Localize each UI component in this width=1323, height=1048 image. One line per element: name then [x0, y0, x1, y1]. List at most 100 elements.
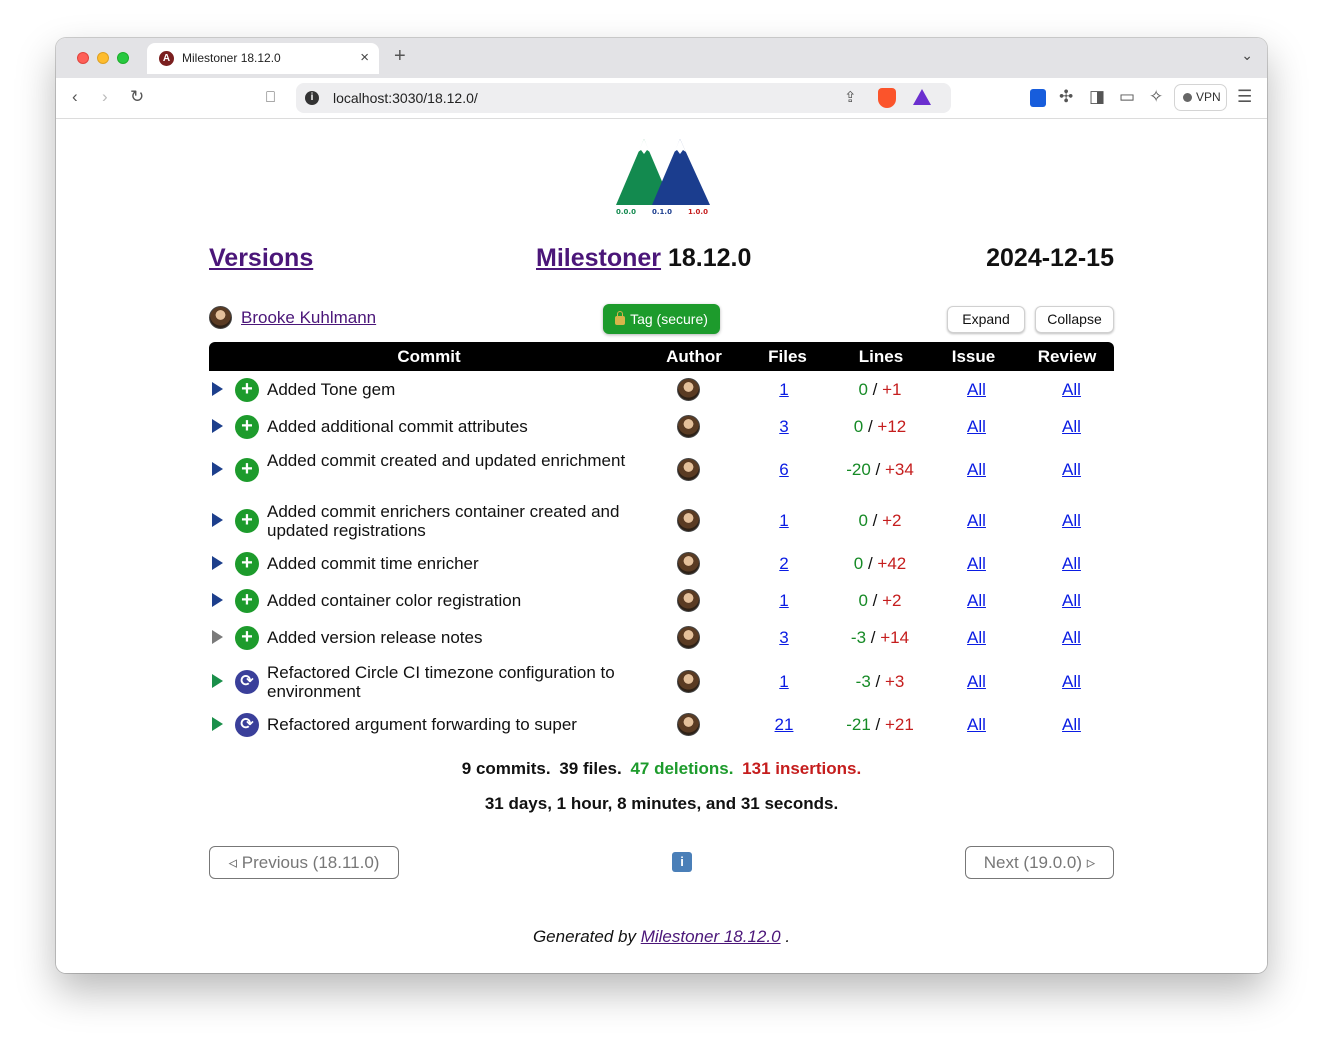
commit-message[interactable]: Added commit enrichers container created… [267, 502, 647, 540]
review-link[interactable]: All [1044, 417, 1099, 437]
files-link[interactable]: 1 [749, 380, 819, 400]
issue-link[interactable]: All [949, 417, 1004, 437]
expand-arrow-icon[interactable] [212, 513, 223, 527]
expand-arrow-icon[interactable] [212, 462, 223, 476]
tab-close-icon[interactable]: × [360, 49, 369, 66]
table-row[interactable]: ⟳ Refactored argument forwarding to supe… [209, 707, 1114, 744]
files-link[interactable]: 1 [749, 511, 819, 531]
review-link[interactable]: All [1044, 460, 1099, 480]
zoom-window-button[interactable] [117, 52, 129, 64]
url-text[interactable]: localhost:3030/18.12.0/ [333, 90, 478, 106]
commit-message[interactable]: Refactored argument forwarding to super [267, 715, 647, 734]
table-row[interactable]: + Added version release notes 3 -3 / +14… [209, 620, 1114, 657]
table-row[interactable]: + Added Tone gem 1 0 / +1 All All [209, 371, 1114, 408]
lines-changed: -20 / +34 [846, 460, 914, 479]
collapse-button[interactable]: Collapse [1035, 306, 1114, 333]
issue-link[interactable]: All [949, 715, 1004, 735]
bitwarden-icon[interactable] [1030, 89, 1046, 107]
expand-arrow-icon[interactable] [212, 630, 223, 644]
bookmark-icon[interactable]: ⎕ [266, 89, 275, 106]
info-icon[interactable]: i [672, 852, 692, 872]
menu-icon[interactable]: ☰ [1237, 87, 1252, 107]
commit-message[interactable]: Refactored Circle CI timezone configurat… [267, 663, 647, 701]
site-info-icon[interactable]: i [305, 91, 319, 105]
commit-message[interactable]: Added container color registration [267, 591, 647, 610]
release-summary: 9 commits. 39 files. 47 deletions. 131 i… [56, 759, 1267, 779]
review-link[interactable]: All [1044, 554, 1099, 574]
extensions-icon[interactable]: ✣ [1059, 87, 1073, 107]
avatar [677, 378, 700, 401]
refactor-icon: ⟳ [235, 670, 259, 694]
table-row[interactable]: + Added additional commit attributes 3 0… [209, 408, 1114, 445]
author-link[interactable]: Brooke Kuhlmann [241, 308, 376, 328]
table-row[interactable]: + Added container color registration 1 0… [209, 583, 1114, 620]
commit-message[interactable]: Added Tone gem [267, 380, 647, 399]
table-row[interactable]: + Added commit created and updated enric… [209, 445, 1114, 494]
tag-secure-button[interactable]: Tag (secure) [603, 304, 720, 334]
footer-milestoner-link[interactable]: Milestoner 18.12.0 [641, 927, 781, 946]
address-bar[interactable]: i localhost:3030/18.12.0/ ⇪ [296, 83, 951, 113]
commit-message[interactable]: Added additional commit attributes [267, 417, 647, 436]
tab-milestoner[interactable]: A Milestoner 18.12.0 × [147, 43, 379, 74]
table-row[interactable]: + Added commit time enricher 2 0 / +42 A… [209, 546, 1114, 583]
expand-arrow-icon[interactable] [212, 674, 223, 688]
files-link[interactable]: 2 [749, 554, 819, 574]
avatar [677, 626, 700, 649]
next-version-button[interactable]: Next (19.0.0) ▹ [965, 846, 1114, 879]
files-link[interactable]: 6 [749, 460, 819, 480]
brave-shields-icon[interactable] [878, 88, 896, 108]
back-icon[interactable]: ‹ [72, 87, 78, 107]
files-link[interactable]: 3 [749, 628, 819, 648]
wallet-icon[interactable]: ▭ [1119, 87, 1135, 107]
issue-link[interactable]: All [949, 628, 1004, 648]
sidebar-icon[interactable]: ◨ [1089, 87, 1105, 107]
new-tab-icon[interactable]: + [394, 45, 406, 68]
minimize-window-button[interactable] [97, 52, 109, 64]
commit-message[interactable]: Added commit created and updated enrichm… [267, 451, 647, 470]
leo-ai-icon[interactable]: ✧ [1149, 87, 1163, 107]
expand-arrow-icon[interactable] [212, 717, 223, 731]
review-link[interactable]: All [1044, 511, 1099, 531]
review-link[interactable]: All [1044, 628, 1099, 648]
avatar [677, 670, 700, 693]
issue-link[interactable]: All [949, 380, 1004, 400]
table-row[interactable]: + Added commit enrichers container creat… [209, 494, 1114, 546]
issue-link[interactable]: All [949, 554, 1004, 574]
commit-message[interactable]: Added commit time enricher [267, 554, 647, 573]
files-link[interactable]: 1 [749, 591, 819, 611]
deletions: -20 [846, 460, 871, 479]
expand-arrow-icon[interactable] [212, 419, 223, 433]
review-link[interactable]: All [1044, 672, 1099, 692]
commit-message[interactable]: Added version release notes [267, 628, 647, 647]
expand-arrow-icon[interactable] [212, 593, 223, 607]
files-link[interactable]: 21 [749, 715, 819, 735]
versions-link[interactable]: Versions [209, 244, 313, 273]
avatar [209, 306, 232, 329]
share-icon[interactable]: ⇪ [844, 88, 857, 106]
issue-link[interactable]: All [949, 460, 1004, 480]
previous-version-button[interactable]: ◃ Previous (18.11.0) [209, 846, 399, 879]
expand-arrow-icon[interactable] [212, 556, 223, 570]
commit-count: 9 commits. [461, 759, 551, 778]
brave-rewards-icon[interactable] [913, 89, 931, 105]
files-link[interactable]: 1 [749, 672, 819, 692]
close-window-button[interactable] [77, 52, 89, 64]
files-link[interactable]: 3 [749, 417, 819, 437]
tab-bar: A Milestoner 18.12.0 × + ⌄ [56, 38, 1267, 78]
tab-list-chevron-icon[interactable]: ⌄ [1241, 47, 1253, 64]
issue-link[interactable]: All [949, 672, 1004, 692]
review-link[interactable]: All [1044, 591, 1099, 611]
reload-icon[interactable]: ↻ [130, 87, 144, 107]
review-link[interactable]: All [1044, 715, 1099, 735]
vpn-button[interactable]: VPN [1174, 84, 1227, 111]
file-count: 39 files. [559, 759, 622, 778]
issue-link[interactable]: All [949, 591, 1004, 611]
expand-arrow-icon[interactable] [212, 382, 223, 396]
review-link[interactable]: All [1044, 380, 1099, 400]
issue-link[interactable]: All [949, 511, 1004, 531]
forward-icon[interactable]: › [102, 87, 108, 107]
table-row[interactable]: ⟳ Refactored Circle CI timezone configur… [209, 657, 1114, 707]
milestoner-link[interactable]: Milestoner [536, 244, 661, 272]
expand-button[interactable]: Expand [947, 306, 1025, 333]
insertions: +3 [884, 672, 905, 691]
